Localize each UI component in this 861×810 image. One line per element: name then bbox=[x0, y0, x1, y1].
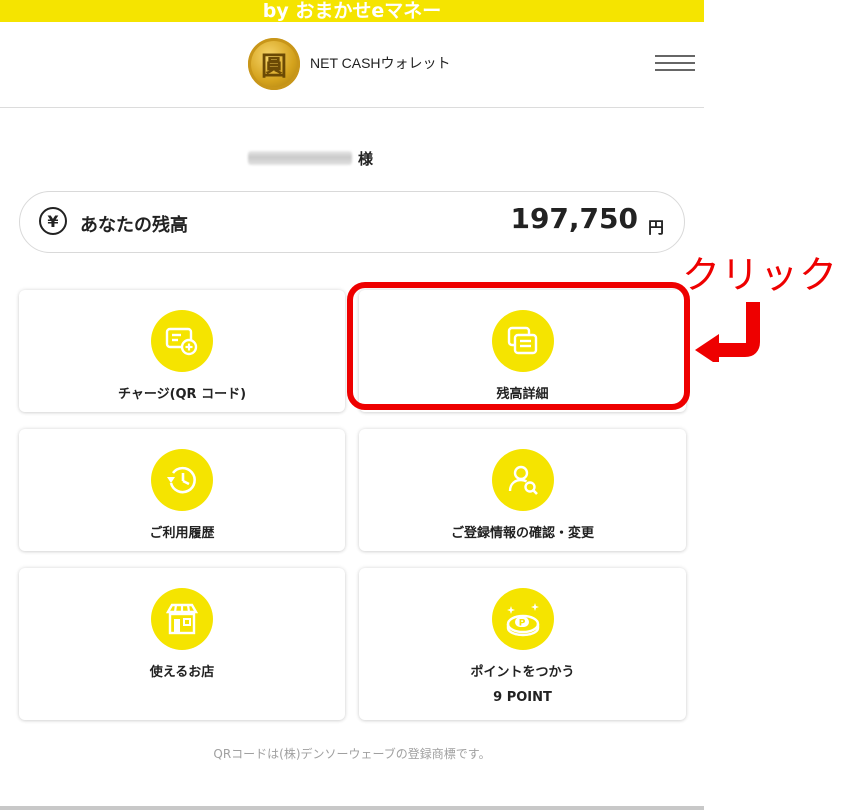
bottom-divider bbox=[0, 806, 704, 810]
curved-arrow-icon bbox=[695, 302, 760, 362]
hamburger-line bbox=[655, 55, 695, 57]
history-clock-icon bbox=[151, 449, 213, 511]
card-plus-icon bbox=[151, 310, 213, 372]
logo-coin-icon[interactable]: 圓 bbox=[248, 38, 300, 90]
honorific: 様 bbox=[358, 149, 374, 168]
balance-panel: ¥ あなたの残高 197,750 円 bbox=[19, 191, 685, 253]
blurred-customer-name bbox=[248, 151, 352, 165]
point-count: 9 POINT bbox=[493, 690, 552, 705]
app-header: 圓 NET CASHウォレット bbox=[0, 22, 704, 108]
tile-charge-qr[interactable]: チャージ(QR コード) bbox=[19, 290, 345, 412]
tile-label: ポイントをつかう bbox=[470, 665, 575, 680]
qr-trademark-note: QRコードは(株)デンソーウェーブの登録商標です。 bbox=[213, 747, 491, 761]
tile-label: 残高詳細 bbox=[496, 387, 549, 402]
hamburger-line bbox=[655, 69, 695, 71]
store-icon bbox=[151, 588, 213, 650]
tile-registration-info[interactable]: ご登録情報の確認・変更 bbox=[359, 429, 686, 551]
logo-glyph: 圓 bbox=[260, 51, 287, 82]
point-coin-icon: P bbox=[491, 588, 554, 650]
tile-stores[interactable]: 使えるお店 bbox=[19, 568, 345, 720]
balance-unit: 円 bbox=[647, 218, 664, 237]
tile-balance-detail[interactable]: 残高詳細 bbox=[359, 290, 686, 412]
user-search-icon bbox=[491, 449, 554, 511]
tile-label: ご利用履歴 bbox=[149, 526, 215, 541]
brand-name: NET CASHウォレット bbox=[310, 55, 451, 71]
svg-text:P: P bbox=[518, 619, 525, 629]
hamburger-menu-icon[interactable] bbox=[655, 55, 695, 75]
tile-usage-history[interactable]: ご利用履歴 bbox=[19, 429, 345, 551]
documents-icon bbox=[491, 310, 554, 372]
tile-use-points[interactable]: P ポイントをつかう 9 POINT bbox=[359, 568, 686, 720]
hamburger-line bbox=[655, 62, 695, 64]
tile-label: チャージ(QR コード) bbox=[117, 387, 247, 402]
top-banner-text: by おまかせeマネー bbox=[262, 0, 442, 22]
top-banner: by おまかせeマネー bbox=[0, 0, 704, 22]
yen-glyph: ¥ bbox=[47, 211, 59, 231]
yen-icon: ¥ bbox=[39, 207, 67, 235]
balance-label: あなたの残高 bbox=[80, 215, 188, 236]
tile-label: 使えるお店 bbox=[149, 665, 215, 680]
tile-label: ご登録情報の確認・変更 bbox=[450, 526, 594, 541]
click-annotation: クリック bbox=[682, 253, 839, 297]
balance-amount: 197,750 bbox=[510, 202, 638, 235]
customer-name-row: 様 bbox=[248, 148, 373, 168]
